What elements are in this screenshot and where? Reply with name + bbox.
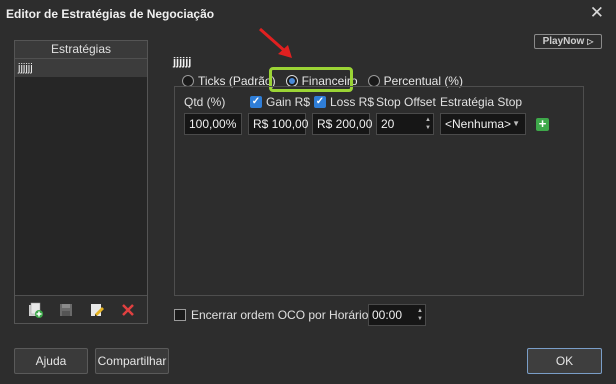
oco-time-value: 00:00 bbox=[372, 308, 403, 322]
stop-offset-value: 20 bbox=[381, 117, 395, 131]
estrategia-stop-label: Estratégia Stop bbox=[440, 95, 523, 109]
loss-input[interactable]: R$ 200,00 bbox=[312, 113, 372, 135]
stop-offset-stepper[interactable]: 20 ▲ ▼ bbox=[376, 113, 434, 135]
playnow-button[interactable]: PlayNow ▷ bbox=[534, 34, 602, 49]
estrategia-stop-select[interactable]: <Nenhuma> ▼ bbox=[440, 113, 526, 135]
qtd-label: Qtd (%) bbox=[184, 95, 226, 109]
loss-check-icon: ✓ bbox=[314, 96, 326, 108]
oco-time-stepper[interactable]: 00:00 ▲ ▼ bbox=[368, 304, 426, 326]
strategy-name: jjjjjj bbox=[173, 56, 192, 68]
gain-checkbox[interactable]: ✓ Gain R$ bbox=[250, 95, 310, 109]
stop-offset-label: Stop Offset bbox=[376, 95, 436, 109]
add-stop-button[interactable]: + bbox=[536, 117, 549, 131]
delete-icon[interactable] bbox=[117, 299, 139, 321]
strategies-header: Estratégias bbox=[15, 41, 147, 59]
close-icon[interactable]: ✕ bbox=[590, 3, 604, 23]
share-button[interactable]: Compartilhar bbox=[95, 348, 169, 374]
ok-button[interactable]: OK bbox=[527, 348, 602, 374]
play-triangle-icon: ▷ bbox=[587, 37, 594, 46]
qtd-input[interactable]: 100,00% bbox=[184, 113, 242, 135]
strategies-toolbar bbox=[15, 295, 147, 323]
oco-checkbox[interactable] bbox=[174, 309, 186, 321]
loss-checkbox[interactable]: ✓ Loss R$ bbox=[314, 95, 374, 109]
playnow-label: PlayNow bbox=[542, 36, 585, 47]
gain-label: Gain R$ bbox=[266, 95, 311, 109]
loss-label: Loss R$ bbox=[330, 95, 375, 109]
help-button[interactable]: Ajuda bbox=[14, 348, 88, 374]
strategies-panel: Estratégias jjjjjj bbox=[14, 40, 148, 324]
gain-check-icon: ✓ bbox=[250, 96, 262, 108]
edit-icon[interactable] bbox=[86, 299, 108, 321]
new-strategy-icon[interactable] bbox=[24, 299, 46, 321]
spin-arrows-icon[interactable]: ▲ ▼ bbox=[425, 116, 431, 132]
annotation-arrow-icon bbox=[259, 27, 292, 58]
window-title: Editor de Estratégias de Negociação bbox=[6, 7, 215, 21]
estrategia-stop-value: <Nenhuma> bbox=[445, 117, 512, 131]
title-bar: Editor de Estratégias de Negociação ✕ bbox=[0, 0, 616, 28]
oco-row: Encerrar ordem OCO por Horário i bbox=[174, 305, 389, 325]
gain-input[interactable]: R$ 100,00 bbox=[248, 113, 308, 135]
save-icon[interactable] bbox=[55, 299, 77, 321]
oco-label: Encerrar ordem OCO por Horário bbox=[191, 308, 369, 322]
time-spin-arrows-icon[interactable]: ▲ ▼ bbox=[417, 307, 423, 323]
chevron-down-icon: ▼ bbox=[512, 119, 520, 128]
strategy-list-item[interactable]: jjjjjj bbox=[15, 59, 147, 77]
